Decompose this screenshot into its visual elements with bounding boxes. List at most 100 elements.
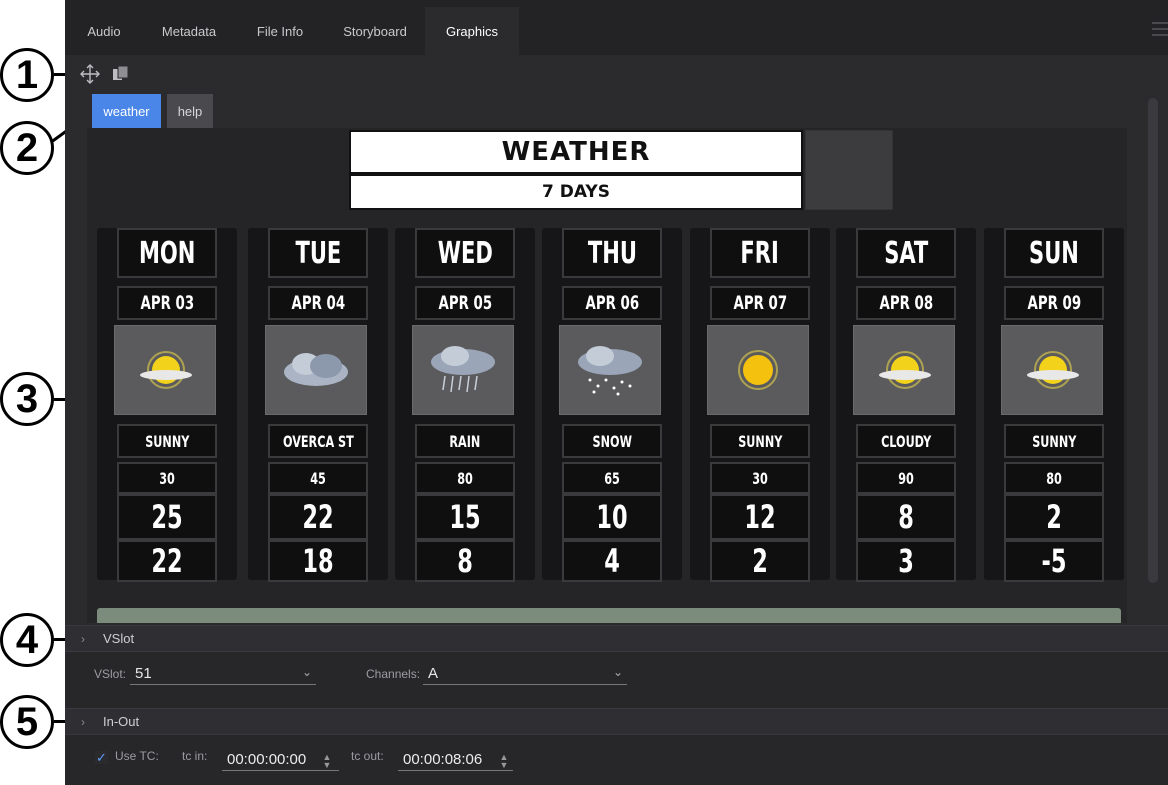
day-value-3-text: 8 xyxy=(457,542,473,580)
day-column: FRI APR 07 SUNNY 30 12 2 xyxy=(690,228,830,582)
day-value-2-text: 22 xyxy=(302,498,334,536)
callout-5: 5 xyxy=(0,695,54,749)
day-value-2: 15 xyxy=(415,494,515,540)
day-value-2-text: 8 xyxy=(898,498,914,536)
day-condition-text: CLOUDY xyxy=(880,431,932,451)
tab-metadata[interactable]: Metadata xyxy=(151,7,227,55)
day-name-text: SAT xyxy=(883,235,928,271)
graphics-panel: Audio Metadata File Info Storyboard Grap… xyxy=(65,0,1168,785)
use-tc-checkbox[interactable]: ✓ xyxy=(95,751,108,764)
day-value-3: 4 xyxy=(562,540,662,582)
day-date: APR 06 xyxy=(562,286,662,320)
overcast-icon xyxy=(265,325,367,415)
day-condition: SNOW xyxy=(562,424,662,458)
tc-out-input[interactable]: 00:00:08:06 xyxy=(398,749,513,771)
day-name: THU xyxy=(562,228,662,278)
day-column: SUN APR 09 SUNNY 80 2 -5 xyxy=(984,228,1124,582)
day-condition: OVERCA ST xyxy=(268,424,368,458)
help-button[interactable]: help xyxy=(167,94,213,128)
weather-subtitle: 7 DAYS xyxy=(349,174,803,210)
day-value-1-text: 80 xyxy=(457,468,473,488)
day-name: SAT xyxy=(856,228,956,278)
day-date-text: APR 05 xyxy=(438,292,492,314)
vslot-label: VSlot: xyxy=(94,667,127,681)
day-value-2: 12 xyxy=(710,494,810,540)
day-column: WED APR 05 RAIN 80 15 8 xyxy=(395,228,535,582)
chevron-right-icon: › xyxy=(81,714,85,729)
day-condition-text: SUNNY xyxy=(1031,431,1077,451)
day-value-1-text: 65 xyxy=(604,468,620,488)
day-value-3: -5 xyxy=(1004,540,1104,582)
day-value-3: 2 xyxy=(710,540,810,582)
weather-button[interactable]: weather xyxy=(92,94,161,128)
day-name-text: SUN xyxy=(1029,235,1079,271)
move-arrows-icon[interactable] xyxy=(80,64,100,84)
day-value-3-text: 18 xyxy=(302,542,334,580)
tc-out-stepper-icon[interactable]: ▲ ▼ xyxy=(498,753,510,770)
weather-title: WEATHER xyxy=(349,130,803,174)
day-name-text: FRI xyxy=(740,235,780,271)
day-date-text: APR 06 xyxy=(585,292,639,314)
day-value-3-text: 2 xyxy=(752,542,768,580)
tc-in-label: tc in: xyxy=(182,749,208,763)
callout-2: 2 xyxy=(0,121,54,175)
tab-file-info[interactable]: File Info xyxy=(247,7,313,55)
vertical-scrollbar[interactable] xyxy=(1148,98,1158,583)
vslot-section-body: VSlot: 51 ⌄ Channels: A ⌄ xyxy=(65,652,1168,709)
day-name-text: WED xyxy=(437,235,493,271)
day-condition: SUNNY xyxy=(1004,424,1104,458)
day-condition-text: SUNNY xyxy=(144,431,190,451)
day-value-1: 30 xyxy=(117,462,217,494)
day-value-3-text: -5 xyxy=(1041,542,1067,580)
day-name: FRI xyxy=(710,228,810,278)
day-date-text: APR 04 xyxy=(291,292,345,314)
day-column: THU APR 06 SNOW 65 10 4 xyxy=(542,228,682,582)
day-value-1: 80 xyxy=(1004,462,1104,494)
callout-4: 4 xyxy=(0,613,54,667)
day-name-text: MON xyxy=(138,235,196,271)
vslot-value: 51 xyxy=(135,665,152,682)
day-value-1: 45 xyxy=(268,462,368,494)
menu-icon[interactable] xyxy=(1152,22,1168,38)
sunny-icon xyxy=(1001,325,1103,415)
copy-layers-icon[interactable] xyxy=(111,64,131,84)
chevron-down-icon: ⌄ xyxy=(301,665,312,679)
day-value-3: 18 xyxy=(268,540,368,582)
day-date: APR 07 xyxy=(710,286,810,320)
day-name: TUE xyxy=(268,228,368,278)
weather-graphic-preview: WEATHER 7 DAYS MON APR 03 SUNNY 30 25 22 TUE AP… xyxy=(87,128,1127,623)
day-condition-text: OVERCA ST xyxy=(282,431,354,451)
day-column: TUE APR 04 OVERCA ST 45 22 18 xyxy=(248,228,388,582)
vslot-select[interactable]: 51 ⌄ xyxy=(130,663,316,685)
channels-select[interactable]: A ⌄ xyxy=(423,663,627,685)
day-value-1: 30 xyxy=(710,462,810,494)
day-value-2: 8 xyxy=(856,494,956,540)
day-value-2-text: 12 xyxy=(744,498,776,536)
day-date: APR 09 xyxy=(1004,286,1104,320)
channels-label: Channels: xyxy=(366,667,421,681)
day-value-3-text: 4 xyxy=(604,542,620,580)
tab-audio[interactable]: Audio xyxy=(75,7,133,55)
day-name-text: TUE xyxy=(295,235,341,271)
chevron-right-icon: › xyxy=(81,631,85,646)
tc-in-stepper-icon[interactable]: ▲ ▼ xyxy=(321,753,333,770)
day-column: SAT APR 08 CLOUDY 90 8 3 xyxy=(836,228,976,582)
day-date-text: APR 09 xyxy=(1027,292,1081,314)
day-name: SUN xyxy=(1004,228,1104,278)
inout-section-header[interactable]: › In-Out xyxy=(65,708,1168,735)
day-value-2-text: 10 xyxy=(596,498,628,536)
day-value-2: 10 xyxy=(562,494,662,540)
day-condition: SUNNY xyxy=(117,424,217,458)
tab-graphics[interactable]: Graphics xyxy=(425,7,519,55)
tc-in-value: 00:00:00:00 xyxy=(227,751,307,768)
day-value-1: 80 xyxy=(415,462,515,494)
day-condition-text: RAIN xyxy=(449,431,481,451)
day-column: MON APR 03 SUNNY 30 25 22 xyxy=(97,228,237,582)
vslot-section-header[interactable]: › VSlot xyxy=(65,625,1168,652)
day-date: APR 04 xyxy=(268,286,368,320)
tab-storyboard[interactable]: Storyboard xyxy=(333,7,417,55)
day-value-1-text: 30 xyxy=(159,468,175,488)
day-value-2-text: 2 xyxy=(1046,498,1062,536)
vslot-section-title: VSlot xyxy=(103,631,135,646)
day-value-3-text: 22 xyxy=(151,542,183,580)
